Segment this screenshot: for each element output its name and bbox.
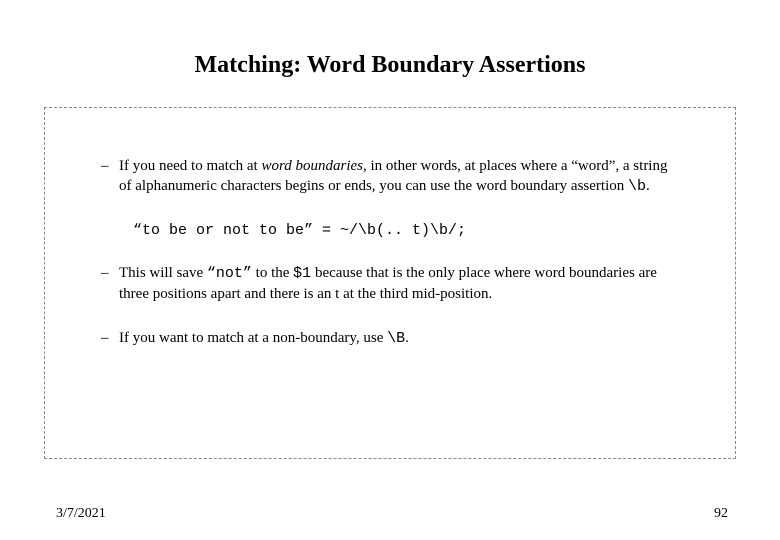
code-example: “to be or not to be” = ~/\b(.. t)\b/; bbox=[133, 222, 675, 239]
b2-pre: This will save bbox=[119, 265, 207, 281]
bullet-dash: – bbox=[101, 263, 119, 283]
bullet-text-1: If you need to match at word boundaries,… bbox=[119, 156, 675, 198]
b1-post: . bbox=[646, 178, 650, 194]
b1-pre: If you need to match at bbox=[119, 158, 261, 174]
bullet-item-1: – If you need to match at word boundarie… bbox=[105, 156, 675, 198]
b2-code2: $1 bbox=[293, 265, 311, 282]
b3-pre: If you want to match at a non-boundary, … bbox=[119, 330, 387, 346]
bullet-item-3: – If you want to match at a non-boundary… bbox=[105, 328, 675, 349]
b2-mid1: to the bbox=[252, 265, 293, 281]
b1-italic: word boundaries bbox=[261, 158, 363, 174]
footer-page: 92 bbox=[714, 506, 728, 522]
bullet-item-2: – This will save “not” to the $1 because… bbox=[105, 263, 675, 305]
content-box: – If you need to match at word boundarie… bbox=[44, 107, 736, 459]
b3-code: \B bbox=[387, 330, 405, 347]
b3-post: . bbox=[405, 330, 409, 346]
b1-code: \b bbox=[628, 178, 646, 195]
bullet-dash: – bbox=[101, 328, 119, 348]
footer: 3/7/2021 92 bbox=[0, 506, 780, 522]
bullet-text-3: If you want to match at a non-boundary, … bbox=[119, 328, 675, 349]
bullet-text-2: This will save “not” to the $1 because t… bbox=[119, 263, 675, 305]
footer-date: 3/7/2021 bbox=[56, 506, 106, 522]
bullet-dash: – bbox=[101, 156, 119, 176]
slide: Matching: Word Boundary Assertions – If … bbox=[0, 0, 780, 540]
slide-title: Matching: Word Boundary Assertions bbox=[0, 52, 780, 79]
b2-code1: “not” bbox=[207, 265, 252, 282]
